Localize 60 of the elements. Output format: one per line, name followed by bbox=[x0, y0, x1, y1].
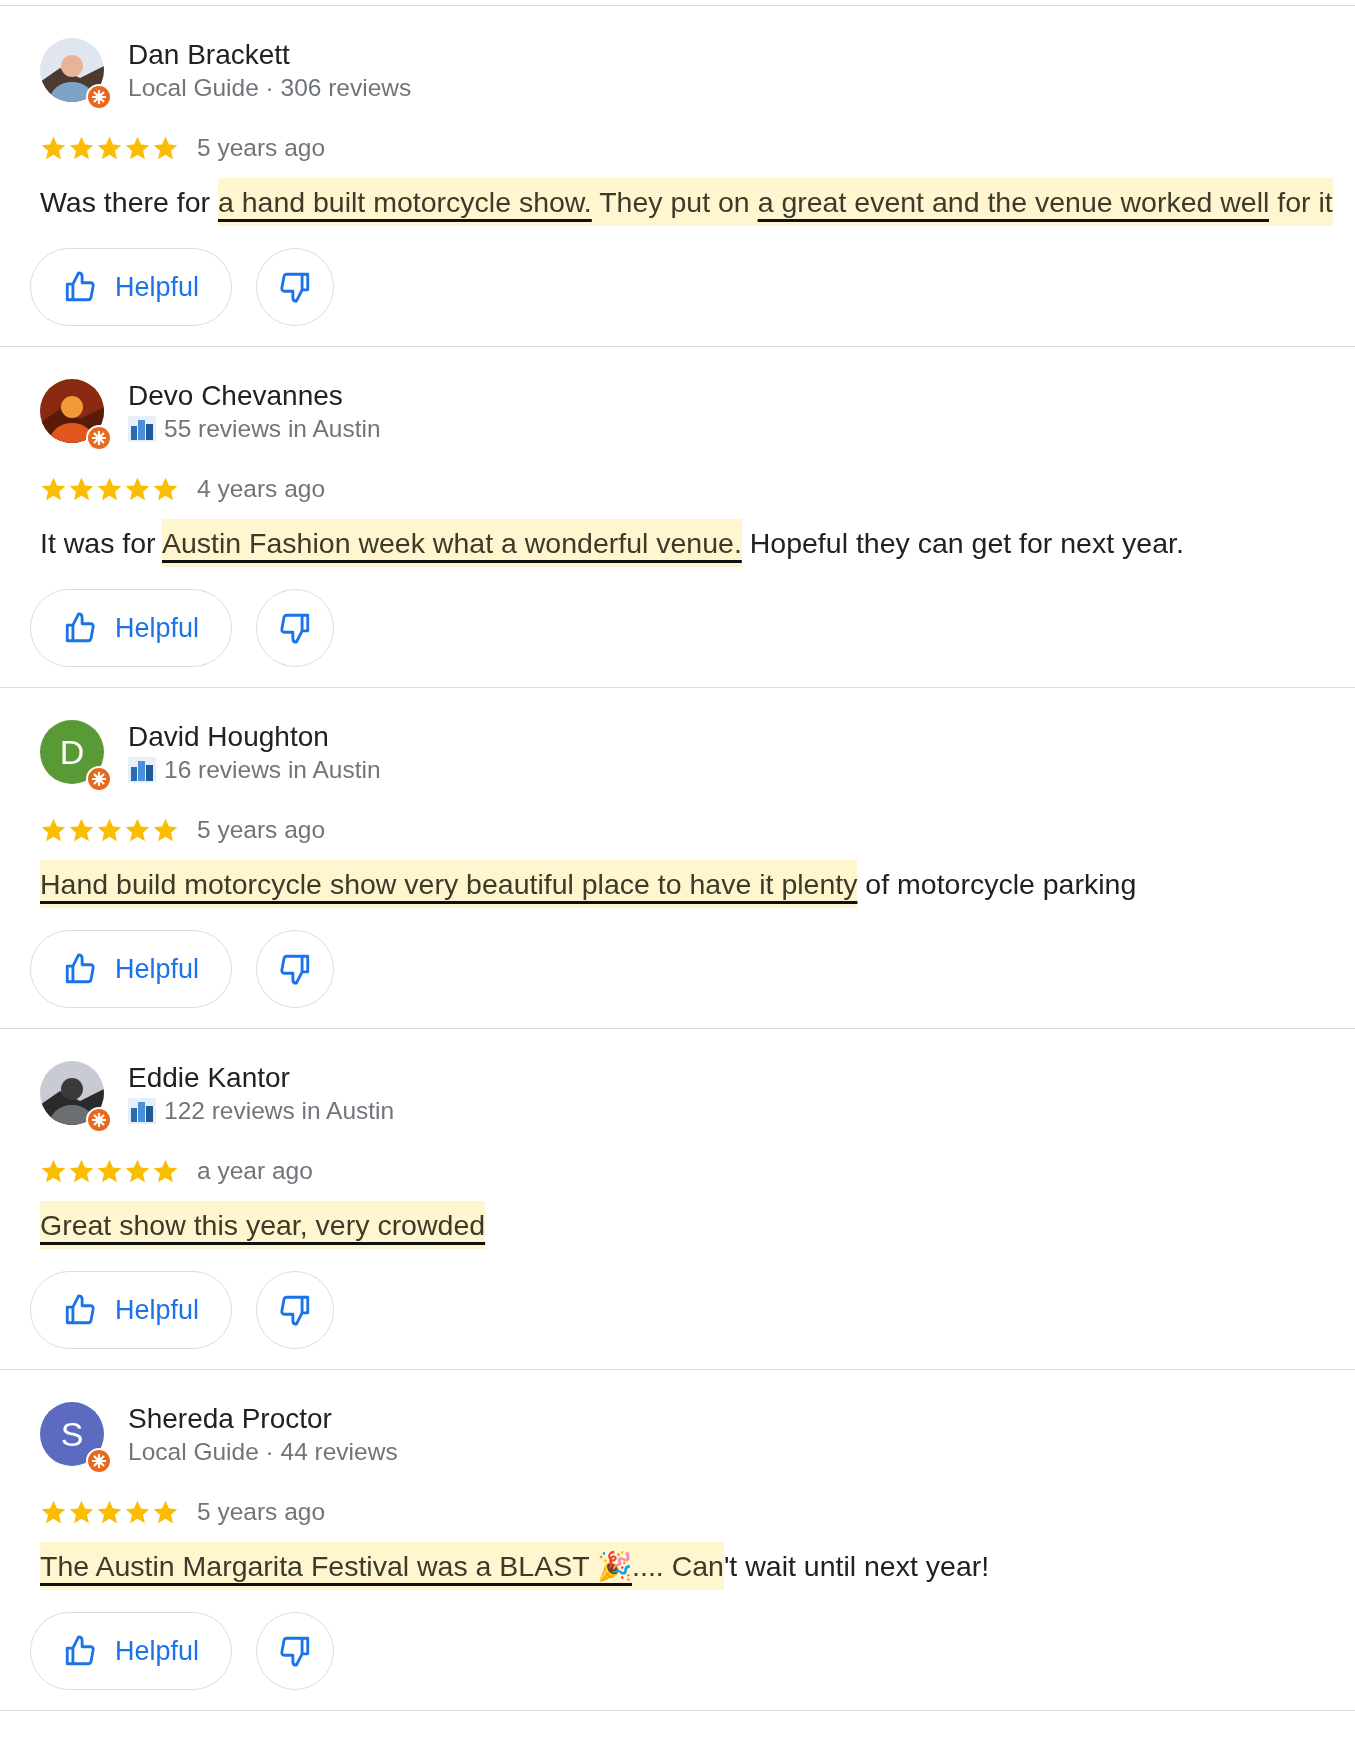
reviewer-info: 55 reviews in Austin bbox=[164, 415, 381, 443]
thumbs-down-icon bbox=[278, 952, 312, 986]
star-icon bbox=[68, 1157, 95, 1185]
star-icon bbox=[124, 816, 151, 844]
reviewer-name[interactable]: Eddie Kantor bbox=[128, 1061, 395, 1095]
reviewer-info: 16 reviews in Austin bbox=[164, 756, 381, 784]
helpful-button[interactable]: Helpful bbox=[30, 1271, 232, 1349]
star-icon bbox=[40, 475, 67, 503]
thumbs-down-icon bbox=[278, 270, 312, 304]
reviewer-name[interactable]: Devo Chevannes bbox=[128, 379, 381, 413]
reviewer-name[interactable]: Shereda Proctor bbox=[128, 1402, 398, 1436]
guide-badge-icon bbox=[86, 1448, 112, 1474]
star-icon bbox=[68, 1498, 95, 1526]
city-icon bbox=[128, 416, 156, 442]
review-date: 5 years ago bbox=[197, 816, 326, 844]
thumbs-down-icon bbox=[278, 611, 312, 645]
reviewer-name[interactable]: David Houghton bbox=[128, 720, 381, 754]
review-date: 5 years ago bbox=[197, 134, 326, 162]
thumbs-down-icon bbox=[278, 1634, 312, 1668]
star-icon bbox=[152, 816, 179, 844]
star-icon bbox=[124, 1157, 151, 1185]
star-icon bbox=[152, 134, 179, 162]
city-icon bbox=[128, 1098, 156, 1124]
star-icon bbox=[96, 1157, 123, 1185]
thumbs-down-icon bbox=[278, 1293, 312, 1327]
reviewer-info: Local Guide · 44 reviews bbox=[128, 1438, 398, 1466]
star-icon bbox=[124, 1498, 151, 1526]
helpful-button[interactable]: Helpful bbox=[30, 930, 232, 1008]
star-icon bbox=[124, 475, 151, 503]
star-icon bbox=[96, 816, 123, 844]
reviewer-info: Local Guide · 306 reviews bbox=[128, 74, 412, 102]
star-icon bbox=[96, 475, 123, 503]
star-icon bbox=[124, 134, 151, 162]
reviewer-info: 122 reviews in Austin bbox=[164, 1097, 395, 1125]
star-icon bbox=[40, 1157, 67, 1185]
reviewer-name[interactable]: Dan Brackett bbox=[128, 38, 412, 72]
star-icon bbox=[96, 134, 123, 162]
guide-badge-icon bbox=[86, 425, 112, 451]
city-icon bbox=[128, 757, 156, 783]
avatar: D bbox=[40, 720, 104, 784]
review-date: 4 years ago bbox=[197, 475, 326, 503]
star-icon bbox=[40, 1498, 67, 1526]
helpful-button[interactable]: Helpful bbox=[30, 589, 232, 667]
avatar: S bbox=[40, 1402, 104, 1466]
star-icon bbox=[152, 475, 179, 503]
star-icon bbox=[152, 1498, 179, 1526]
guide-badge-icon bbox=[86, 766, 112, 792]
guide-badge-icon bbox=[86, 84, 112, 110]
review-date: a year ago bbox=[197, 1157, 313, 1185]
helpful-button[interactable]: Helpful bbox=[30, 1612, 232, 1690]
helpful-button[interactable]: Helpful bbox=[30, 248, 232, 326]
guide-badge-icon bbox=[86, 1107, 112, 1133]
star-icon bbox=[152, 1157, 179, 1185]
star-icon bbox=[68, 816, 95, 844]
star-icon bbox=[96, 1498, 123, 1526]
star-icon bbox=[40, 134, 67, 162]
star-icon bbox=[68, 475, 95, 503]
star-icon bbox=[40, 816, 67, 844]
review-date: 5 years ago bbox=[197, 1498, 326, 1526]
star-icon bbox=[68, 134, 95, 162]
